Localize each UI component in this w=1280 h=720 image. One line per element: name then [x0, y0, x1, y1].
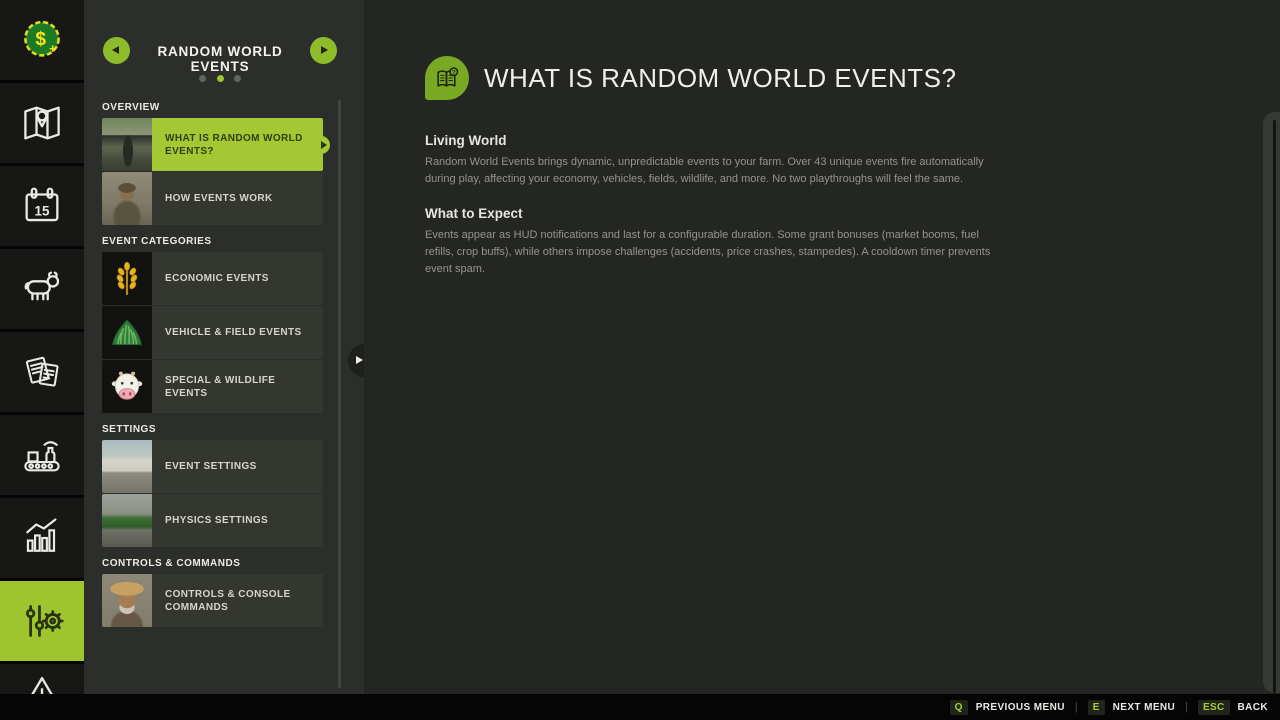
arrow-right-icon: [321, 46, 328, 54]
svg-text:$: $: [35, 29, 46, 50]
menu-item-label: HOW EVENTS WORK: [165, 192, 273, 205]
menu-item-label: ECONOMIC EVENTS: [165, 272, 269, 285]
shortcut-back[interactable]: BACK: [1238, 702, 1269, 713]
section-heading: What to Expect: [425, 206, 997, 221]
menu-item-event-settings[interactable]: EVENT SETTINGS: [102, 440, 323, 493]
arrow-right-icon: [356, 356, 363, 364]
content-section-what-to-expect: What to Expect Events appear as HUD noti…: [425, 206, 997, 278]
content-scrollbar[interactable]: [1263, 112, 1280, 693]
menu-item-economic-events[interactable]: ECONOMIC EVENTS: [102, 252, 323, 305]
menu-item-label: VEHICLE & FIELD EVENTS: [165, 326, 302, 339]
sidebar-item-calendar[interactable]: 15: [0, 166, 84, 246]
shortcut-next-menu[interactable]: NEXT MENU: [1113, 702, 1176, 713]
sidebar-item-production[interactable]: [0, 415, 84, 495]
money-coin-icon: $ +: [19, 17, 65, 63]
cow-face-icon: [109, 369, 145, 405]
game-menu-screen: $ + 15: [0, 0, 1280, 720]
menu-item-label: PHYSICS SETTINGS: [165, 514, 268, 527]
menu-item-physics-settings[interactable]: PHYSICS SETTINGS: [102, 494, 323, 547]
section-label-overview: OVERVIEW: [102, 102, 323, 113]
menu-item-vehicle-field-events[interactable]: VEHICLE & FIELD EVENTS: [102, 306, 323, 359]
sidebar-item-map[interactable]: [0, 83, 84, 163]
sidebar-item-animals[interactable]: [0, 249, 84, 329]
shortcut-separator: |: [1075, 701, 1078, 713]
sidebar-item-contracts[interactable]: [0, 332, 84, 412]
page-dot[interactable]: [199, 75, 206, 82]
farmer-portrait-thumbnail: [102, 172, 152, 225]
grass-mound-icon: [109, 316, 145, 350]
building-thumbnail: [102, 440, 152, 493]
calendar-icon: 15: [19, 183, 65, 229]
help-content-area: ? WHAT IS RANDOM WORLD EVENTS? Living Wo…: [364, 0, 1280, 694]
selected-item-notch: [312, 136, 330, 154]
old-farmer-thumbnail: [102, 574, 152, 627]
section-label-event-categories: EVENT CATEGORIES: [102, 236, 323, 247]
section-label-controls-commands: CONTROLS & COMMANDS: [102, 558, 323, 569]
animals-cow-icon: [19, 266, 65, 312]
sidebar-item-warnings[interactable]: [0, 664, 84, 694]
shortcut-separator: |: [1185, 701, 1188, 713]
shortcut-previous-menu[interactable]: PREVIOUS MENU: [976, 702, 1065, 713]
farm-scene-thumbnail: [102, 118, 152, 171]
section-heading: Living World: [425, 133, 997, 148]
section-label-settings: SETTINGS: [102, 424, 323, 435]
key-badge-q[interactable]: Q: [950, 700, 968, 715]
menu-item-what-is-random-world-events[interactable]: WHAT IS RANDOM WORLD EVENTS?: [102, 118, 323, 171]
help-book-icon: ?: [425, 56, 469, 100]
statistics-icon: [19, 515, 65, 561]
machinery-thumbnail: [102, 494, 152, 547]
menu-item-label: EVENT SETTINGS: [165, 460, 257, 473]
main-menu-sidebar: $ + 15: [0, 0, 84, 720]
key-badge-e[interactable]: E: [1088, 700, 1105, 715]
menu-item-how-events-work[interactable]: HOW EVENTS WORK: [102, 172, 323, 225]
sidebar-item-statistics[interactable]: [0, 498, 84, 578]
svg-text:?: ?: [451, 69, 455, 76]
svg-text:15: 15: [35, 204, 50, 219]
menu-item-label: WHAT IS RANDOM WORLD EVENTS?: [165, 132, 317, 158]
next-page-button[interactable]: [310, 37, 337, 64]
page-indicator-dots: [84, 69, 356, 87]
page-dot-active[interactable]: [217, 75, 224, 82]
menu-item-label: SPECIAL & WILDLIFE EVENTS: [165, 374, 317, 400]
wheat-icon: [110, 260, 144, 298]
mod-menu-panel: RANDOM WORLD EVENTS OVERVIEW WHAT IS RAN…: [84, 0, 364, 720]
menu-item-controls-console-commands[interactable]: CONTROLS & CONSOLE COMMANDS: [102, 574, 323, 627]
map-icon: [19, 100, 65, 146]
section-body: Events appear as HUD notifications and l…: [425, 227, 997, 278]
shortcut-bar: Q PREVIOUS MENU | E NEXT MENU | ESC BACK: [0, 694, 1280, 720]
previous-page-button[interactable]: [103, 37, 130, 64]
page-title: WHAT IS RANDOM WORLD EVENTS?: [484, 63, 956, 94]
arrow-left-icon: [112, 46, 119, 54]
page-dot[interactable]: [234, 75, 241, 82]
menu-item-label: CONTROLS & CONSOLE COMMANDS: [165, 588, 317, 614]
key-badge-esc[interactable]: ESC: [1198, 700, 1229, 715]
panel-scrollbar[interactable]: [338, 100, 341, 688]
menu-item-special-wildlife-events[interactable]: SPECIAL & WILDLIFE EVENTS: [102, 360, 323, 413]
mod-settings-gear-icon: [18, 598, 66, 644]
contracts-documents-icon: [19, 349, 65, 395]
sidebar-item-mod-settings[interactable]: [0, 581, 84, 661]
section-body: Random World Events brings dynamic, unpr…: [425, 154, 997, 188]
content-section-living-world: Living World Random World Events brings …: [425, 133, 997, 188]
warning-triangle-icon: [19, 673, 65, 694]
svg-text:+: +: [49, 41, 56, 56]
production-chain-icon: [19, 432, 65, 478]
sidebar-item-finances[interactable]: $ +: [0, 0, 84, 80]
help-topics-menu: OVERVIEW WHAT IS RANDOM WORLD EVENTS? HO…: [102, 102, 323, 628]
